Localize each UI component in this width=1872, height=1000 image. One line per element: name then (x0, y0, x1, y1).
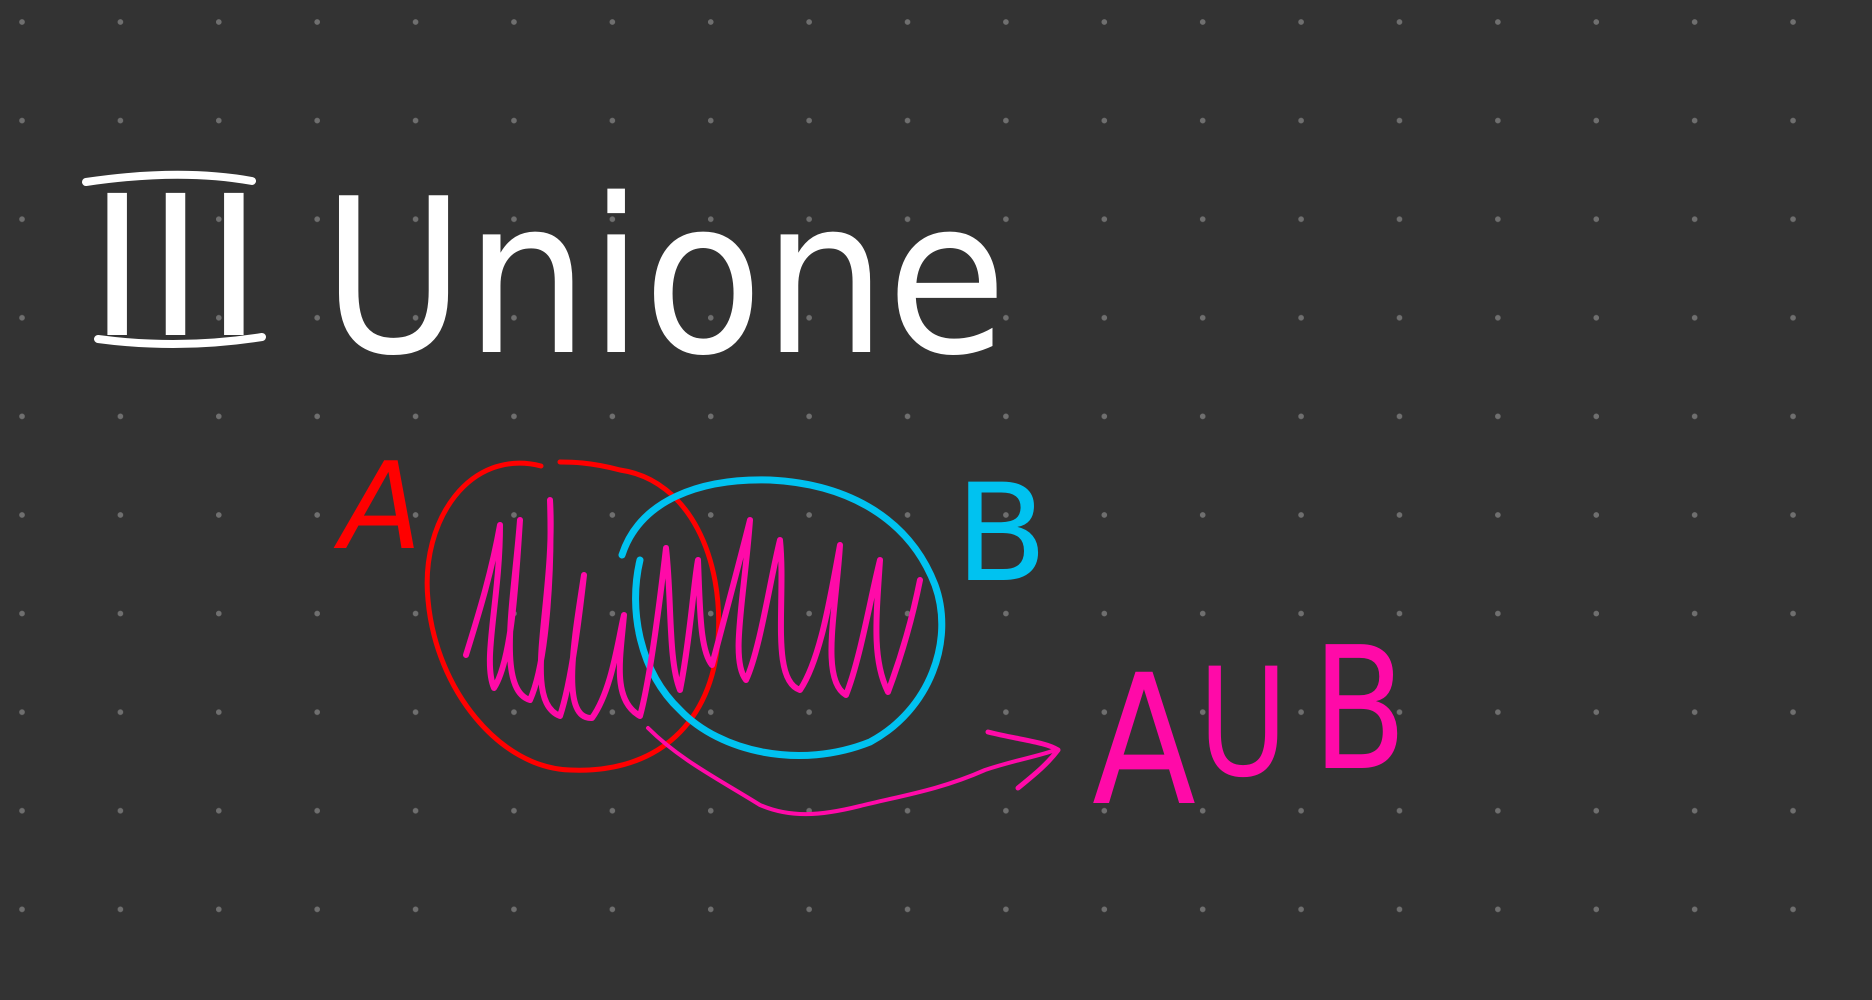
arrow-right-icon (646, 726, 1061, 817)
union-result-label: A U B (1092, 611, 1407, 846)
svg-text:A: A (333, 438, 422, 577)
svg-text:B: B (955, 455, 1048, 612)
drawing-layer: III Unione A B A U B (82, 152, 1407, 846)
label-set-b: B (955, 455, 1048, 612)
title-numeral: III (82, 154, 266, 381)
svg-text:Unione: Unione (322, 152, 1007, 403)
union-scribble (463, 497, 923, 722)
set-a-circle (424, 459, 722, 773)
label-set-a: A (333, 438, 422, 577)
svg-text:U: U (1198, 637, 1288, 811)
svg-text:B: B (1312, 611, 1407, 809)
svg-text:A: A (1092, 637, 1196, 846)
whiteboard-canvas[interactable]: III Unione A B A U B (0, 0, 1872, 1000)
title-word: Unione (322, 152, 1007, 403)
